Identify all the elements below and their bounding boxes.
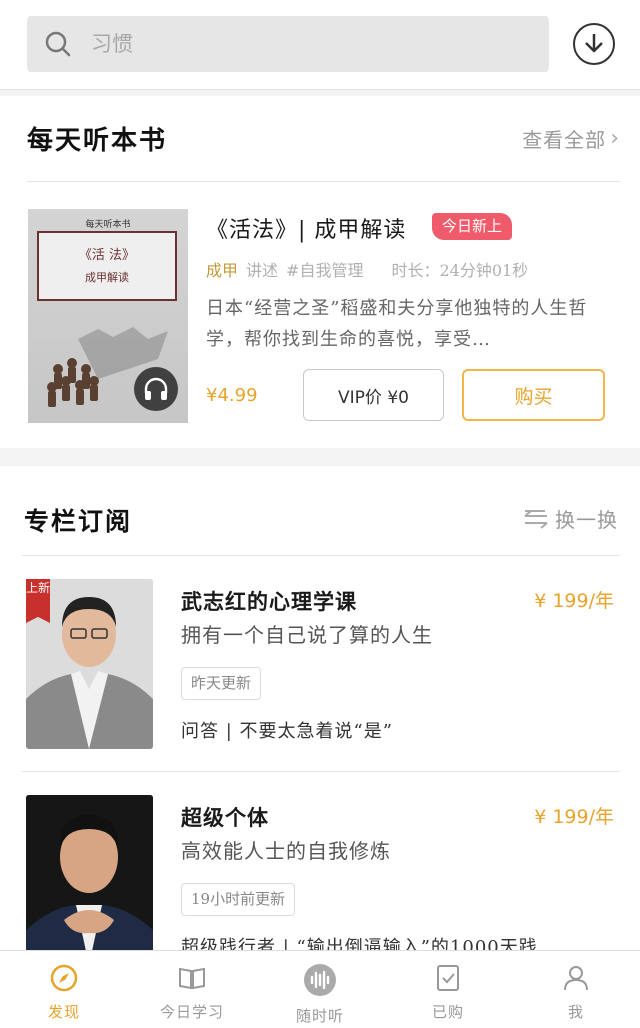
book-price: ¥4.99 (206, 385, 258, 406)
book-title[interactable]: 《活法》| 成甲解读 (206, 212, 406, 244)
author-photo (26, 795, 153, 956)
tab-label: 今日学习 (159, 1003, 224, 1021)
section-title: 每天听本书 (27, 126, 168, 156)
column-subtitle: 拥有一个自己说了算的人生 (181, 623, 433, 647)
book-category: #自我管理 (286, 261, 364, 280)
tab-label: 已购 (431, 1003, 464, 1021)
view-all-label: 查看全部 (522, 128, 607, 152)
cover-top-label: 每天听本书 (85, 220, 131, 230)
book-author: 成甲 (206, 261, 239, 280)
columns-section: 专栏订阅 换一换 上新 武志红的心理学课 ¥ 199/年 拥有一个自己说了算的人… (0, 466, 640, 956)
cover-subtitle: 成甲解读 (85, 271, 129, 284)
headphones-icon (144, 377, 168, 400)
refresh-button[interactable]: 换一换 (523, 504, 618, 533)
column-title: 武志红的心理学课 (181, 589, 357, 614)
tab-label: 我 (567, 1003, 584, 1021)
update-badge: 19小时前更新 (181, 883, 296, 916)
bottom-tab-bar: 发现 今日学习 随时听 已购 我 (0, 950, 640, 1028)
divider (27, 181, 620, 182)
search-bar[interactable] (27, 16, 549, 72)
column-item[interactable]: 超级个体 ¥ 199/年 高效能人士的自我修炼 19小时前更新 超级践行者 | … (0, 771, 640, 956)
search-icon (45, 31, 71, 57)
tab-label: 随时听 (295, 1007, 344, 1025)
cover-title-box: 《活 法》 成甲解读 (37, 231, 177, 301)
download-icon (585, 34, 603, 53)
vip-price-button[interactable]: VIP价 ¥0 (303, 369, 444, 421)
new-today-badge: 今日新上 (432, 213, 513, 240)
search-input[interactable] (91, 32, 491, 56)
swap-arrows-icon (524, 509, 548, 529)
column-item[interactable]: 上新 武志红的心理学课 ¥ 199/年 拥有一个自己说了算的人生 昨天更新 问答… (0, 555, 640, 755)
tab-listen-anytime[interactable]: 随时听 (256, 951, 384, 1028)
column-subtitle: 高效能人士的自我修炼 (181, 839, 391, 863)
view-all-link[interactable]: 查看全部 › (522, 124, 620, 153)
audio-badge[interactable] (134, 367, 178, 411)
top-bar (0, 0, 640, 90)
book-narrate: 讲述 (246, 261, 279, 280)
latest-episode: 问答 | 不要太急着说“是” (181, 721, 393, 742)
purchased-doc-icon (437, 965, 459, 991)
tab-purchased[interactable]: 已购 (384, 951, 512, 1028)
column-price: ¥ 199/年 (534, 806, 614, 828)
book-icon (179, 967, 205, 990)
user-icon (564, 966, 588, 991)
buy-button[interactable]: 购买 (462, 369, 605, 421)
section-title: 专栏订阅 (24, 507, 133, 536)
tab-today-study[interactable]: 今日学习 (128, 951, 256, 1028)
book-description: 日本“经营之圣”稻盛和夫分享他独特的人生哲学，帮你找到生命的喜悦，享受… (206, 298, 588, 350)
tab-label: 发现 (47, 1003, 80, 1021)
tab-discover[interactable]: 发现 (0, 951, 128, 1028)
new-tag: 上新 (26, 579, 50, 623)
compass-icon (50, 964, 78, 992)
tab-me[interactable]: 我 (512, 951, 640, 1028)
book-meta: 成甲 讲述 #自我管理 时长：24分钟01秒 (206, 257, 528, 281)
cover-title: 《活 法》 (78, 248, 136, 263)
column-title: 超级个体 (181, 805, 269, 830)
book-duration: 时长：24分钟01秒 (391, 261, 529, 280)
book-cover[interactable]: 每天听本书 《活 法》 成甲解读 (28, 209, 188, 423)
refresh-label: 换一换 (555, 508, 618, 532)
daily-book-section: 每天听本书 查看全部 › 每天听本书 《活 法》 成甲解读 《活法》| 成甲解读… (0, 96, 640, 448)
update-badge: 昨天更新 (181, 667, 262, 700)
audio-wave-icon (304, 964, 336, 996)
chevron-right-icon: › (610, 126, 620, 151)
column-price: ¥ 199/年 (534, 590, 614, 612)
download-button[interactable] (573, 23, 615, 65)
